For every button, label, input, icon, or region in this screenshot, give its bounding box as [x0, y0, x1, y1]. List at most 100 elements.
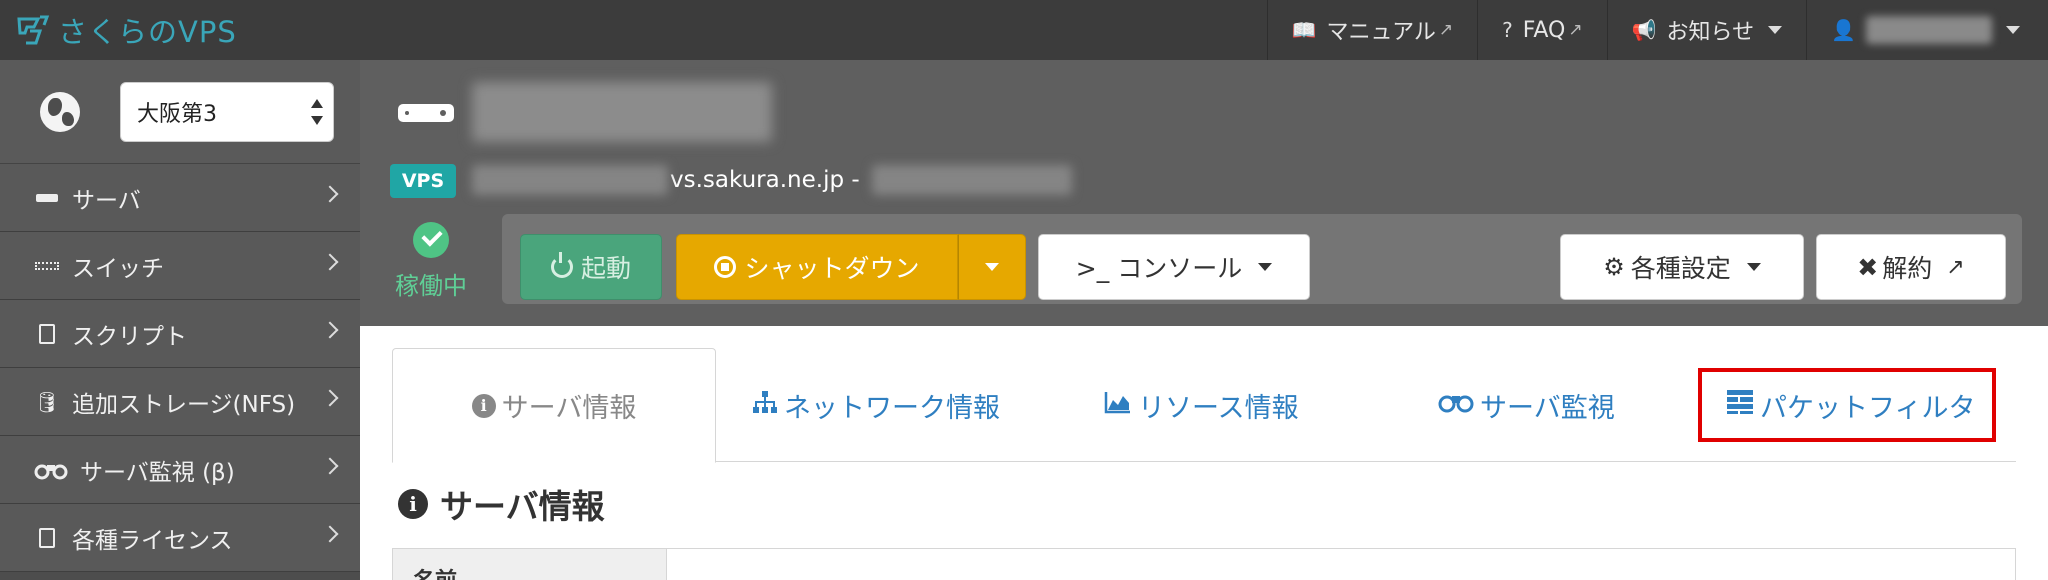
sidebar-item-server[interactable]: サーバ — [0, 164, 360, 232]
server-header: VPS vs.sakura.ne.jp - 稼働中 起動 シャットダウン >_ … — [360, 60, 2048, 326]
sidebar-item-label: スクリプト — [72, 323, 187, 350]
chevron-right-icon — [321, 389, 339, 407]
chevron-right-icon — [321, 457, 339, 475]
chevron-down-icon — [1768, 26, 1783, 34]
tab-label: ネットワーク情報 — [784, 392, 1000, 424]
tab-label: リソース情報 — [1138, 392, 1299, 424]
sidebar-item-monitoring[interactable]: サーバ監視 (β) — [0, 436, 360, 504]
ip-address-redacted — [871, 165, 1072, 195]
area-chart-icon — [1104, 390, 1132, 420]
globe-icon — [40, 91, 80, 132]
news-label: お知らせ — [1666, 20, 1755, 45]
info-icon: i — [471, 393, 496, 418]
user-menu[interactable]: 👤 — [1806, 0, 2048, 60]
chevron-right-icon — [321, 185, 339, 203]
hostname-redacted — [472, 165, 668, 195]
faq-link[interactable]: ? FAQ ↗ — [1477, 0, 1607, 60]
shutdown-button[interactable]: シャットダウン — [676, 234, 958, 300]
sidebar-item-script[interactable]: スクリプト — [0, 300, 360, 368]
database-icon: 🛢 — [34, 389, 60, 414]
username-redacted — [1866, 16, 1992, 44]
select-arrows-icon — [311, 98, 323, 125]
tab-label: サーバ情報 — [501, 393, 637, 424]
shutdown-dropdown-toggle[interactable] — [958, 234, 1026, 300]
power-icon — [550, 252, 573, 278]
server-name-redacted — [472, 82, 772, 142]
chevron-down-icon — [1746, 263, 1761, 271]
close-icon: ✖ — [1857, 252, 1879, 282]
external-link-icon: ↗ — [1568, 20, 1583, 40]
sidebar-item-label: サーバ監視 (β) — [80, 459, 235, 486]
server-hostname: vs.sakura.ne.jp - — [472, 160, 1072, 200]
script-icon — [34, 323, 60, 344]
sidebar-item-label: スイッチ — [72, 255, 164, 282]
tab-server-monitoring[interactable]: サーバ監視 — [1438, 348, 1615, 462]
manual-link[interactable]: 📖 マニュアル ↗ — [1266, 0, 1478, 60]
hostname-suffix: vs.sakura.ne.jp - — [670, 167, 860, 193]
binoculars-icon — [34, 460, 68, 480]
sidebar: 大阪第3 サーバ スイッチ スクリプト 🛢 追加ストレージ(NFS) サーバ監視… — [0, 60, 360, 580]
cancel-label: 解約 — [1882, 254, 1933, 283]
vps-badge: VPS — [390, 164, 456, 198]
packet-filter-highlight — [1698, 368, 1996, 442]
section-title: i サーバ情報 — [398, 480, 605, 528]
chevron-down-icon — [2006, 26, 2020, 34]
network-icon — [752, 390, 778, 420]
top-navbar: さくらのVPS 📖 マニュアル ↗ ? FAQ ↗ 📢 お知らせ 👤 — [0, 0, 2048, 60]
table-row-label: 名前 — [393, 549, 667, 580]
logo-icon — [17, 15, 50, 45]
megaphone-icon: 📢 — [1631, 18, 1657, 42]
console-dropdown[interactable]: >_ コンソール — [1038, 234, 1310, 300]
server-status: 稼働中 — [390, 222, 472, 301]
info-icon: i — [398, 489, 428, 519]
sidebar-item-nfs[interactable]: 🛢 追加ストレージ(NFS) — [0, 368, 360, 436]
top-nav: 📖 マニュアル ↗ ? FAQ ↗ 📢 お知らせ 👤 — [1266, 0, 2048, 60]
logo-text: さくらのVPS — [58, 15, 237, 49]
console-label: >_ コンソール — [1075, 254, 1243, 283]
server-icon — [34, 193, 60, 202]
settings-label: 各種設定 — [1630, 254, 1731, 283]
server-icon — [398, 104, 454, 122]
manual-label: マニュアル — [1326, 20, 1436, 45]
chevron-right-icon — [321, 525, 339, 543]
switch-icon — [34, 261, 60, 270]
news-dropdown[interactable]: 📢 お知らせ — [1606, 0, 1806, 60]
start-label: 起動 — [580, 254, 631, 283]
stop-circle-icon — [714, 256, 737, 278]
sidebar-item-switch[interactable]: スイッチ — [0, 232, 360, 300]
server-action-bar: 起動 シャットダウン >_ コンソール ⚙ 各種設定 ✖ 解約 ↗ — [502, 214, 2022, 304]
tab-network-info[interactable]: ネットワーク情報 — [752, 348, 1000, 462]
chevron-down-icon — [1258, 263, 1273, 271]
start-button[interactable]: 起動 — [520, 234, 662, 300]
chevron-down-icon — [985, 263, 999, 271]
tab-server-info[interactable]: i サーバ情報 — [392, 348, 716, 463]
settings-dropdown[interactable]: ⚙ 各種設定 — [1560, 234, 1804, 300]
sakura-vps-logo[interactable]: さくらのVPS — [0, 0, 237, 60]
external-link-icon: ↗ — [1946, 254, 1965, 280]
region-select[interactable]: 大阪第3 — [120, 81, 334, 142]
question-circle-icon: ? — [1502, 18, 1513, 42]
sidebar-item-licenses[interactable]: 各種ライセンス — [0, 504, 360, 572]
sidebar-item-label: サーバ — [72, 187, 141, 214]
server-info-table: 名前 — [392, 548, 2016, 580]
status-label: 稼働中 — [395, 272, 467, 300]
check-circle-icon — [413, 222, 449, 258]
chevron-right-icon — [321, 253, 339, 271]
tab-label: サーバ監視 — [1480, 392, 1615, 424]
book-icon: 📖 — [1291, 18, 1317, 42]
binoculars-icon — [1438, 391, 1474, 419]
chevron-right-icon — [321, 321, 339, 339]
sidebar-item-label: 各種ライセンス — [72, 527, 233, 554]
shutdown-label: シャットダウン — [744, 254, 920, 283]
gear-icon: ⚙ — [1603, 253, 1625, 281]
faq-label: FAQ — [1522, 17, 1566, 43]
user-icon: 👤 — [1831, 18, 1856, 42]
section-title-label: サーバ情報 — [440, 487, 605, 526]
external-link-icon: ↗ — [1438, 20, 1454, 40]
document-icon — [34, 527, 60, 548]
tab-resource-info[interactable]: リソース情報 — [1104, 348, 1299, 462]
region-select-value: 大阪第3 — [137, 101, 217, 127]
sidebar-item-label: 追加ストレージ(NFS) — [72, 391, 296, 418]
region-selector: 大阪第3 — [0, 60, 360, 164]
cancel-contract-button[interactable]: ✖ 解約 ↗ — [1816, 234, 2006, 300]
